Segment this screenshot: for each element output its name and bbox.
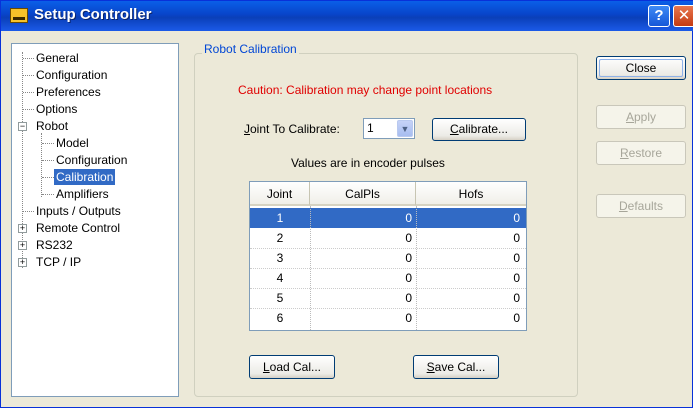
- chevron-down-icon[interactable]: ▼: [397, 120, 413, 137]
- table-row[interactable]: 6 0 0: [250, 308, 526, 328]
- row-divider: [250, 308, 526, 309]
- cell-joint: 6: [276, 311, 284, 325]
- load-cal-button[interactable]: Load Cal...: [249, 355, 335, 379]
- row-divider: [250, 268, 526, 269]
- tree-item-rs232[interactable]: RS232: [36, 237, 73, 253]
- setup-controller-window: Setup Controller ? ✕ General Configurati…: [0, 0, 693, 408]
- caution-text: Caution: Calibration may change point lo…: [238, 83, 493, 97]
- values-note: Values are in encoder pulses: [291, 156, 445, 170]
- joint-select-value: 1: [367, 121, 374, 135]
- calibration-table[interactable]: Joint CalPls Hofs 1 0 0 2 0 0 3 0 0 4 0 …: [249, 181, 527, 331]
- save-cal-button[interactable]: Save Cal...: [413, 355, 499, 379]
- tree-connector: [23, 211, 34, 212]
- row-divider: [250, 288, 526, 289]
- title-bar[interactable]: Setup Controller ? ✕: [1, 1, 693, 31]
- cell-calpls[interactable]: 0: [310, 268, 416, 288]
- window-title: Setup Controller: [34, 6, 152, 23]
- column-header-calpls[interactable]: CalPls: [310, 182, 416, 206]
- collapse-icon[interactable]: −: [18, 122, 27, 131]
- expand-icon[interactable]: +: [18, 258, 27, 267]
- cell-hofs[interactable]: 0: [416, 248, 524, 268]
- apply-button[interactable]: Apply: [596, 105, 686, 129]
- tree-item-general[interactable]: General: [36, 50, 79, 66]
- close-window-button[interactable]: ✕: [673, 5, 693, 27]
- tree-item-options[interactable]: Options: [36, 101, 77, 117]
- tree-item-tcp-ip[interactable]: TCP / IP: [36, 254, 81, 270]
- expand-icon[interactable]: +: [18, 224, 27, 233]
- table-row[interactable]: 3 0 0: [250, 248, 526, 268]
- cell-calpls[interactable]: 0: [310, 308, 416, 328]
- tree-item-configuration[interactable]: Configuration: [36, 67, 107, 83]
- tree-item-calibration[interactable]: Calibration: [54, 169, 116, 185]
- tree-item-amplifiers[interactable]: Amplifiers: [56, 186, 109, 202]
- tree-connector: [42, 194, 54, 195]
- cell-hofs[interactable]: 0: [416, 228, 524, 248]
- defaults-button[interactable]: Defaults: [596, 194, 686, 218]
- cell-calpls[interactable]: 0: [310, 248, 416, 268]
- cell-joint: 1: [276, 211, 284, 225]
- cell-calpls[interactable]: 0: [310, 288, 416, 308]
- tree-item-model[interactable]: Model: [56, 135, 89, 151]
- cell-joint: 2: [276, 231, 284, 245]
- tree-connector: [22, 52, 23, 268]
- tree-item-robot-configuration[interactable]: Configuration: [56, 152, 127, 168]
- column-header-hofs[interactable]: Hofs: [416, 182, 526, 206]
- tree-item-inputs-outputs[interactable]: Inputs / Outputs: [36, 203, 121, 219]
- cell-calpls[interactable]: 0: [310, 228, 416, 248]
- group-title: Robot Calibration: [202, 42, 299, 56]
- table-row[interactable]: 4 0 0: [250, 268, 526, 288]
- tree-connector: [23, 75, 34, 76]
- tree-connector: [23, 109, 34, 110]
- tree-item-robot[interactable]: Robot: [36, 118, 68, 134]
- tree-connector: [42, 160, 54, 161]
- cell-hofs[interactable]: 0: [416, 288, 524, 308]
- tree-item-remote-control[interactable]: Remote Control: [36, 220, 120, 236]
- cell-joint: 3: [276, 251, 284, 265]
- calibrate-button[interactable]: Calibrate...: [432, 118, 526, 141]
- close-button[interactable]: Close: [596, 56, 686, 80]
- table-row[interactable]: 2 0 0: [250, 228, 526, 248]
- column-header-joint[interactable]: Joint: [250, 182, 310, 206]
- table-row[interactable]: 1 0 0: [250, 208, 526, 228]
- restore-button[interactable]: Restore: [596, 141, 686, 165]
- table-row[interactable]: 5 0 0: [250, 288, 526, 308]
- tree-connector: [42, 143, 54, 144]
- expand-icon[interactable]: +: [18, 241, 27, 250]
- cell-hofs[interactable]: 0: [416, 268, 524, 288]
- cell-joint: 4: [276, 271, 284, 285]
- row-divider: [250, 248, 526, 249]
- joint-to-calibrate-label: Joint To Calibrate:: [244, 122, 340, 136]
- cell-calpls[interactable]: 0: [310, 208, 416, 228]
- tree-item-preferences[interactable]: Preferences: [36, 84, 101, 100]
- tree-connector: [42, 177, 54, 178]
- cell-hofs[interactable]: 0: [416, 308, 524, 328]
- cell-hofs[interactable]: 0: [416, 208, 524, 228]
- cell-joint: 5: [276, 291, 284, 305]
- app-icon: [10, 8, 28, 23]
- tree-connector: [23, 92, 34, 93]
- joint-select[interactable]: 1 ▼: [363, 118, 415, 139]
- tree-connector: [23, 58, 34, 59]
- help-button[interactable]: ?: [648, 5, 670, 27]
- settings-tree[interactable]: General Configuration Preferences Option…: [11, 43, 179, 397]
